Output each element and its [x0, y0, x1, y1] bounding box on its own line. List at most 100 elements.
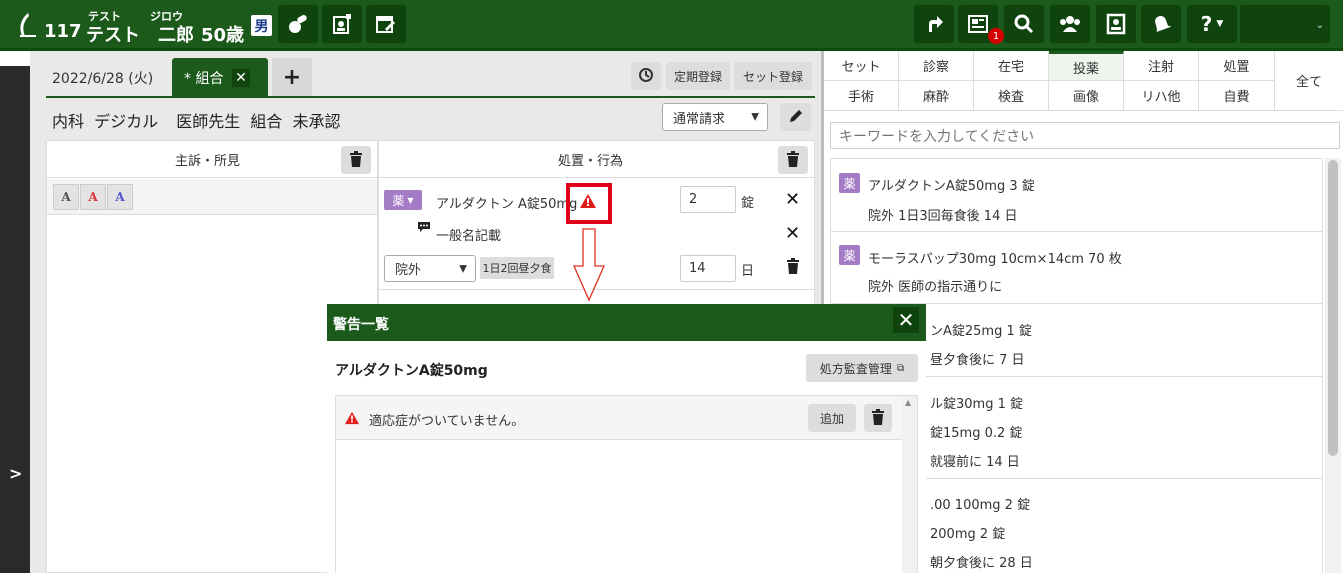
- list-item-drug[interactable]: 錠15mg 0.2 錠: [930, 422, 1022, 441]
- add-tab-button[interactable]: +: [272, 58, 312, 96]
- delete-row-trash-icon[interactable]: [786, 258, 800, 278]
- list-item-drug[interactable]: ル錠30mg 1 錠: [930, 393, 1023, 412]
- help-caret-icon: ▼: [1216, 19, 1224, 29]
- schedule-button[interactable]: [366, 5, 406, 43]
- route-select[interactable]: 院外 ▼: [384, 255, 476, 282]
- patient-family-name: テスト: [86, 25, 140, 46]
- user-menu[interactable]: ⌄: [1240, 5, 1330, 43]
- tab-consultation[interactable]: 診察: [899, 51, 974, 81]
- record-date[interactable]: 2022/6/28 (火): [52, 68, 153, 88]
- list-item-drug[interactable]: アルダクトンA錠50mg 3 錠: [868, 175, 1035, 194]
- list-item-drug[interactable]: 200mg 2 錠: [930, 523, 1005, 542]
- tab-anesthesia[interactable]: 麻酔: [899, 81, 974, 111]
- list-item-usage: 院外 1日3回毎食後 14 日: [868, 209, 1018, 224]
- users-button[interactable]: [1050, 5, 1090, 43]
- collapsed-sidebar[interactable]: >: [0, 66, 30, 573]
- list-item-drug[interactable]: ンA錠25mg 1 錠: [930, 320, 1032, 339]
- drug-tag-label: 薬: [392, 193, 405, 208]
- warning-dialog-header[interactable]: 警告一覧: [327, 304, 926, 341]
- regular-registration-button[interactable]: 定期登録: [666, 62, 730, 90]
- trash-icon: [871, 408, 885, 428]
- drug-type-tag[interactable]: 薬 ▼: [384, 190, 422, 210]
- drug-name[interactable]: アルダクトン A錠50mg: [436, 193, 577, 212]
- list-item-usage: 就寝前に 14 日: [930, 455, 1020, 470]
- clinic-name: デジカル: [94, 112, 159, 131]
- list-scrollbar[interactable]: [1325, 158, 1341, 573]
- tab-set[interactable]: セット: [824, 51, 899, 81]
- remove-drug-icon[interactable]: ✕: [785, 189, 800, 210]
- profile-button[interactable]: [1096, 5, 1136, 43]
- complaint-delete-button[interactable]: [341, 146, 371, 174]
- billing-select-value: 通常請求: [673, 111, 726, 127]
- dialog-close-button[interactable]: ✕: [893, 307, 919, 333]
- tab-medication[interactable]: 投薬: [1049, 51, 1124, 81]
- pointer-arrow: [572, 228, 606, 306]
- alerts-button[interactable]: [1141, 5, 1181, 43]
- list-item-drug[interactable]: モーラスパップ30mg 10cm×14cm 70 枚: [868, 248, 1122, 267]
- close-icon: ✕: [897, 308, 915, 332]
- chevron-down-icon: ⌄: [1315, 20, 1324, 31]
- timing-tag[interactable]: 1日2回昼夕食: [480, 257, 554, 279]
- tab-underline: [46, 96, 815, 98]
- list-item-usage: 院外 医師の指示通りに: [868, 280, 1003, 295]
- list-divider: [831, 231, 1323, 232]
- tab-surgery[interactable]: 手術: [824, 81, 899, 111]
- prescription-audit-button[interactable]: 処方監査管理 ⧉: [806, 354, 918, 382]
- plus-icon: +: [282, 64, 302, 90]
- tab-examination[interactable]: 検査: [974, 81, 1049, 111]
- tab-injection[interactable]: 注射: [1124, 51, 1199, 81]
- billing-select[interactable]: 通常請求 ▼: [662, 103, 768, 131]
- tab-home-care[interactable]: 在宅: [974, 51, 1049, 81]
- search-button[interactable]: [1004, 5, 1044, 43]
- add-indication-button[interactable]: 追加: [808, 404, 856, 432]
- text-color-blue-button[interactable]: A: [107, 184, 133, 210]
- warning-highlight-box[interactable]: [566, 183, 612, 224]
- help-button[interactable]: ? ▼: [1187, 5, 1237, 43]
- list-item-drug[interactable]: .00 100mg 2 錠: [930, 494, 1030, 513]
- text-color-black-button[interactable]: A: [53, 184, 79, 210]
- tab-all[interactable]: 全て: [1275, 51, 1343, 111]
- tab-combined[interactable]: * 組合 ✕: [172, 58, 268, 96]
- dialog-title: 警告一覧: [333, 317, 389, 333]
- record-info-line: 内科 デジカル 医師先生 組合 未承認: [52, 108, 340, 132]
- quantity-unit: 錠: [741, 196, 755, 211]
- treatment-title: 処置・行為: [558, 154, 624, 169]
- chevron-down-icon: ▼: [459, 263, 467, 274]
- days-input[interactable]: 14: [680, 255, 736, 282]
- delete-warning-button[interactable]: [864, 404, 892, 432]
- share-button[interactable]: [914, 5, 954, 43]
- tab-treatment[interactable]: 処置: [1199, 51, 1275, 81]
- edit-button[interactable]: [780, 103, 811, 131]
- notification-badge: 1: [988, 28, 1004, 44]
- history-button[interactable]: [631, 62, 661, 90]
- approval-status: 未承認: [292, 112, 341, 131]
- external-link-icon: ⧉: [896, 362, 905, 374]
- set-registration-button[interactable]: セット登録: [734, 62, 812, 90]
- text-color-red-button[interactable]: A: [80, 184, 106, 210]
- clock-icon: [638, 67, 654, 86]
- tab-self-pay[interactable]: 自費: [1199, 81, 1275, 111]
- pencil-icon: [788, 108, 804, 127]
- warning-list-scrollbar[interactable]: ▲: [902, 396, 917, 573]
- prescription-button[interactable]: [278, 5, 318, 43]
- comment-icon: [417, 221, 431, 237]
- chevron-right-icon: >: [9, 464, 23, 483]
- keyword-search-input[interactable]: [830, 122, 1340, 149]
- audit-button-label: 処方監査管理: [819, 361, 892, 376]
- close-tab-icon[interactable]: ✕: [232, 69, 250, 87]
- warning-icon: [344, 411, 360, 429]
- remove-note-icon[interactable]: ✕: [785, 223, 800, 244]
- treatment-delete-button[interactable]: [778, 146, 808, 174]
- quantity-input[interactable]: 2: [680, 186, 736, 213]
- insurance-type: 組合: [250, 112, 283, 131]
- doctor-id-icon: [331, 13, 353, 35]
- scrollbar-thumb[interactable]: [1328, 160, 1338, 456]
- scroll-up-icon[interactable]: ▲: [905, 398, 911, 407]
- doctor-card-button[interactable]: [322, 5, 362, 43]
- dialog-drug-name: アルダクトンA錠50mg: [335, 363, 488, 379]
- bell-icon: [1151, 13, 1171, 35]
- tab-rehab[interactable]: リハ他: [1124, 81, 1199, 111]
- tab-imaging[interactable]: 画像: [1049, 81, 1124, 111]
- tab-combined-label: * 組合: [184, 71, 224, 87]
- department: 内科: [52, 112, 85, 131]
